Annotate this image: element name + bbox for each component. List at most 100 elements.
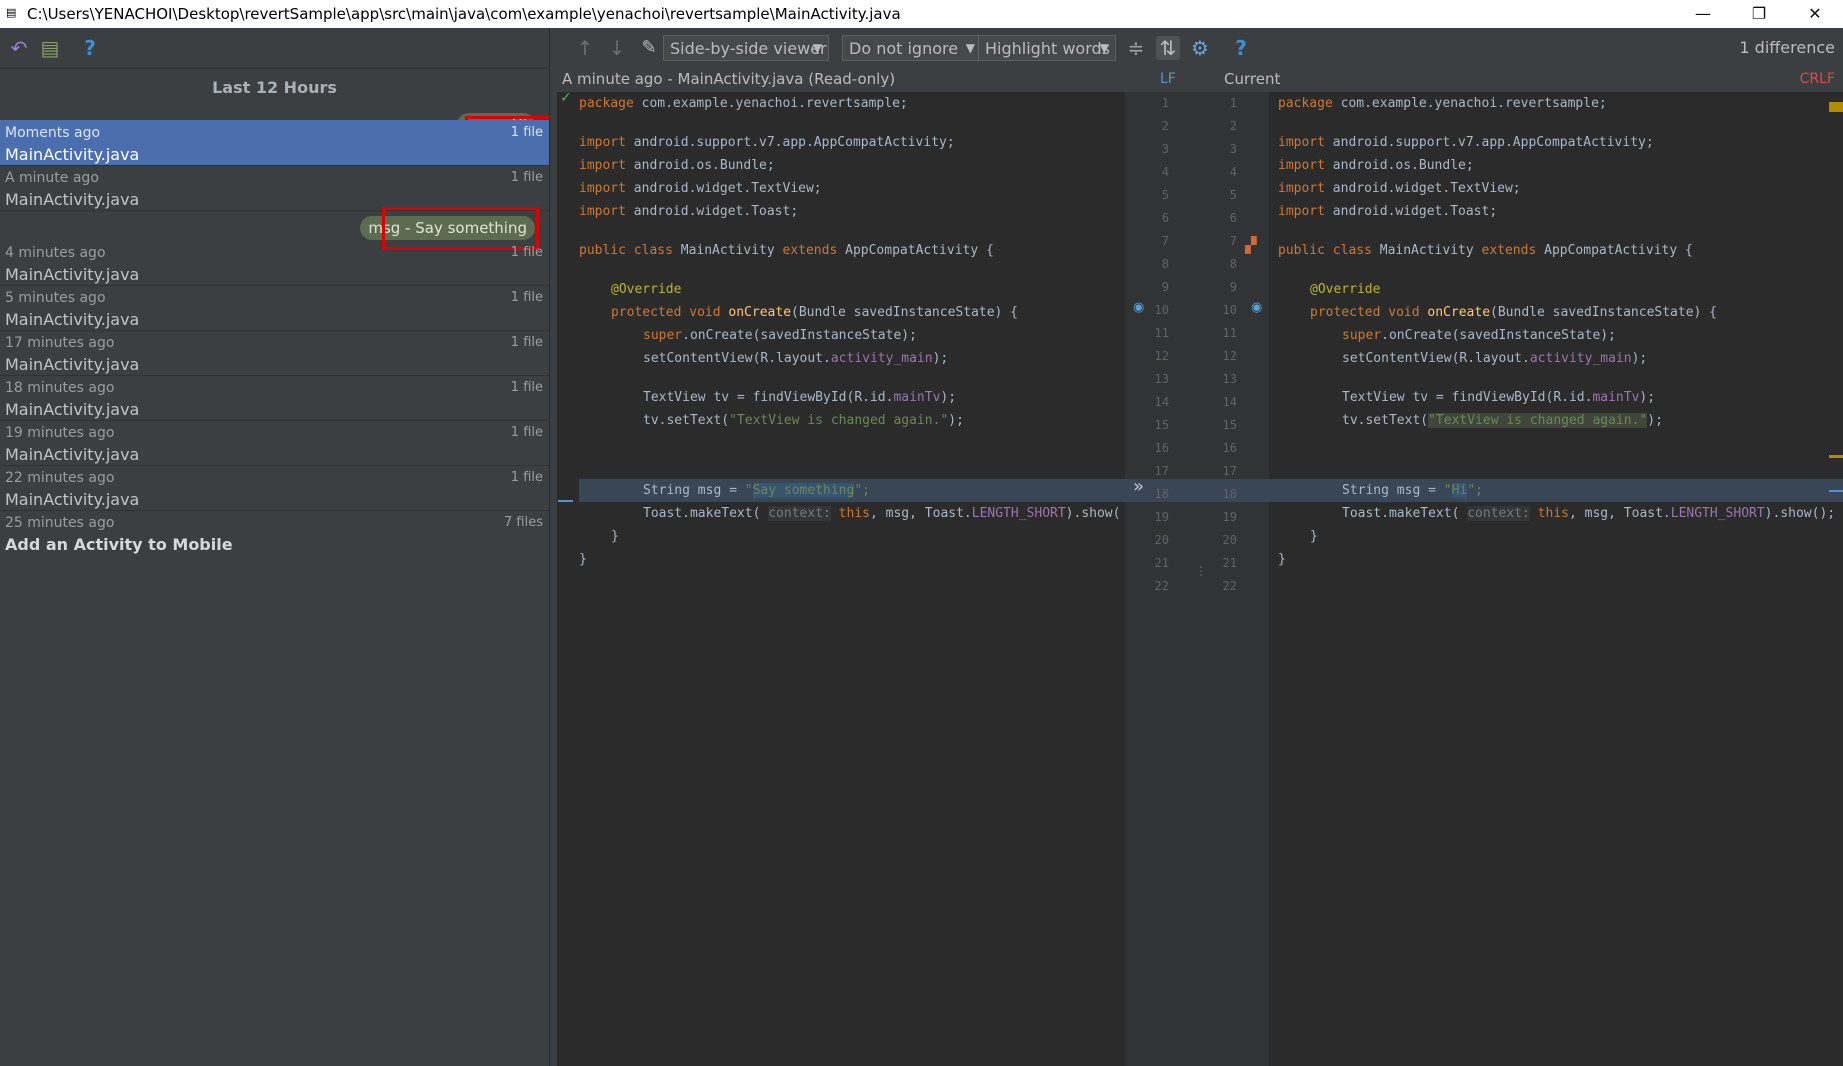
- history-group-header: Last 12 Hours: [0, 68, 549, 107]
- next-difference-icon[interactable]: ↓: [605, 36, 629, 60]
- revert-icon[interactable]: ↶: [7, 36, 31, 60]
- revision-file-count: 1 file: [510, 125, 543, 140]
- code-line: public class MainActivity extends AppCom…: [1278, 243, 1693, 258]
- right-line-number: 19: [1222, 510, 1237, 524]
- history-revision[interactable]: A minute ago 1 file MainActivity.java: [0, 165, 549, 211]
- code-line: import android.widget.TextView;: [579, 181, 822, 196]
- code-line: super.onCreate(savedInstanceState);: [1342, 328, 1616, 343]
- left-editor[interactable]: ✓ package com.example.yenachoi.revertsam…: [557, 90, 1125, 1066]
- right-line-number: 16: [1222, 441, 1237, 455]
- history-revision[interactable]: 5 minutes ago 1 file MainActivity.java: [0, 285, 549, 331]
- chevron-down-icon: ▼: [965, 41, 975, 55]
- code-line: tv.setText("TextView is changed again.")…: [643, 413, 964, 428]
- gear-icon[interactable]: ⚙: [1188, 36, 1212, 60]
- left-line-number: 16: [1154, 441, 1169, 455]
- history-toolbar: ↶ ▤ ?: [0, 28, 549, 68]
- splitter-handle-icon[interactable]: ⋮: [1195, 564, 1207, 578]
- left-line-number: 4: [1161, 165, 1169, 179]
- class-marker-icon: ▞: [1245, 236, 1257, 254]
- code-line: import android.widget.Toast;: [579, 204, 799, 219]
- collapse-unchanged-icon[interactable]: ≑: [1124, 36, 1148, 60]
- revision-file-count: 1 file: [510, 470, 543, 485]
- code-line: import android.os.Bundle;: [579, 158, 775, 173]
- code-line: import android.widget.Toast;: [1278, 204, 1498, 219]
- left-line-number: 18: [1154, 487, 1169, 501]
- code-line: public class MainActivity extends AppCom…: [579, 243, 994, 258]
- left-line-number: 11: [1154, 326, 1169, 340]
- code-line: Toast.makeText( context: this, msg, Toas…: [1342, 506, 1836, 521]
- right-line-number: 13: [1222, 372, 1237, 386]
- help-icon[interactable]: ?: [1229, 36, 1253, 60]
- restore-button[interactable]: ❐: [1731, 0, 1787, 28]
- code-line: import android.support.v7.app.AppCompatA…: [1278, 135, 1654, 150]
- right-line-number: 15: [1222, 418, 1237, 432]
- difference-count: 1 difference: [1739, 38, 1835, 57]
- revision-time: 17 minutes ago: [5, 335, 115, 351]
- revision-name: MainActivity.java: [5, 190, 140, 209]
- right-line-number: 20: [1222, 533, 1237, 547]
- code-line: }: [1310, 529, 1318, 544]
- code-line: tv.setText("TextView is changed again.")…: [1342, 413, 1663, 428]
- right-editor[interactable]: package com.example.yenachoi.revertsampl…: [1269, 92, 1843, 1066]
- right-line-number: 4: [1229, 165, 1237, 179]
- code-line: protected void onCreate(Bundle savedInst…: [1310, 305, 1718, 320]
- ignore-dropdown-value: Do not ignore: [849, 39, 959, 58]
- revision-time: 22 minutes ago: [5, 470, 115, 486]
- revision-file-count: 1 file: [510, 170, 543, 185]
- chevron-down-icon: ▼: [1099, 41, 1109, 55]
- left-line-number: 15: [1154, 418, 1169, 432]
- history-revision[interactable]: Moments ago 1 file MainActivity.java: [0, 120, 549, 166]
- right-line-number: 22: [1222, 579, 1237, 593]
- history-revision[interactable]: 4 minutes ago 1 file MainActivity.java: [0, 240, 549, 286]
- revision-time: 19 minutes ago: [5, 425, 115, 441]
- edit-source-icon[interactable]: ✎: [637, 36, 661, 60]
- check-icon: ✓: [560, 90, 572, 106]
- viewer-dropdown-value: Side-by-side viewer: [670, 39, 827, 58]
- code-line: import android.os.Bundle;: [1278, 158, 1474, 173]
- previous-difference-icon[interactable]: ↑: [573, 36, 597, 60]
- left-line-number: 9: [1161, 280, 1169, 294]
- close-button[interactable]: ✕: [1787, 0, 1843, 28]
- revision-time: A minute ago: [5, 170, 99, 186]
- revision-name: MainActivity.java: [5, 145, 140, 164]
- left-line-number: 17: [1154, 464, 1169, 478]
- history-revision[interactable]: 25 minutes ago 7 files Add an Activity t…: [0, 510, 549, 555]
- revision-time: 18 minutes ago: [5, 380, 115, 396]
- help-icon[interactable]: ?: [78, 36, 102, 60]
- code-line: import android.support.v7.app.AppCompatA…: [579, 135, 955, 150]
- revision-name: MainActivity.java: [5, 355, 140, 374]
- history-pane: ↶ ▤ ? Last 12 Hours msg - Hi Moments ago…: [0, 28, 550, 1066]
- create-patch-icon[interactable]: ▤: [38, 36, 62, 60]
- right-line-number: 18: [1222, 487, 1237, 501]
- history-revision[interactable]: 18 minutes ago 1 file MainActivity.java: [0, 375, 549, 421]
- left-line-number: 10: [1154, 303, 1169, 317]
- left-line-number: 12: [1154, 349, 1169, 363]
- revision-file-count: 1 file: [510, 425, 543, 440]
- highlight-dropdown-value: Highlight words: [985, 39, 1110, 58]
- left-line-number: 1: [1161, 96, 1169, 110]
- left-line-number: 20: [1154, 533, 1169, 547]
- left-line-number: 6: [1161, 211, 1169, 225]
- left-file-title: A minute ago - MainActivity.java (Read-o…: [562, 70, 896, 88]
- right-line-number: 8: [1229, 257, 1237, 271]
- right-line-separator[interactable]: CRLF: [1800, 71, 1835, 87]
- history-revision[interactable]: 17 minutes ago 1 file MainActivity.java: [0, 330, 549, 376]
- history-revision[interactable]: 22 minutes ago 1 file MainActivity.java: [0, 465, 549, 511]
- ignore-dropdown[interactable]: Do not ignore ▼: [842, 35, 982, 61]
- synchronize-scrolling-icon[interactable]: ⇅: [1156, 36, 1180, 60]
- revision-name: MainActivity.java: [5, 265, 140, 284]
- viewer-dropdown[interactable]: Side-by-side viewer ▼: [663, 35, 829, 61]
- left-line-number: 7: [1161, 234, 1169, 248]
- left-line-separator[interactable]: LF: [1160, 71, 1176, 87]
- code-line: }: [579, 552, 587, 567]
- right-file-title: Current: [1224, 70, 1281, 88]
- app-icon: ▤: [6, 6, 17, 19]
- history-revision[interactable]: 19 minutes ago 1 file MainActivity.java: [0, 420, 549, 466]
- highlight-dropdown[interactable]: Highlight words ▼: [978, 35, 1116, 61]
- revision-file-count: 1 file: [510, 290, 543, 305]
- minimize-button[interactable]: —: [1675, 0, 1731, 28]
- code-line: }: [1278, 552, 1286, 567]
- left-line-number: 8: [1161, 257, 1169, 271]
- right-line-number: 7: [1229, 234, 1237, 248]
- override-marker-icon[interactable]: ◉: [1251, 300, 1262, 315]
